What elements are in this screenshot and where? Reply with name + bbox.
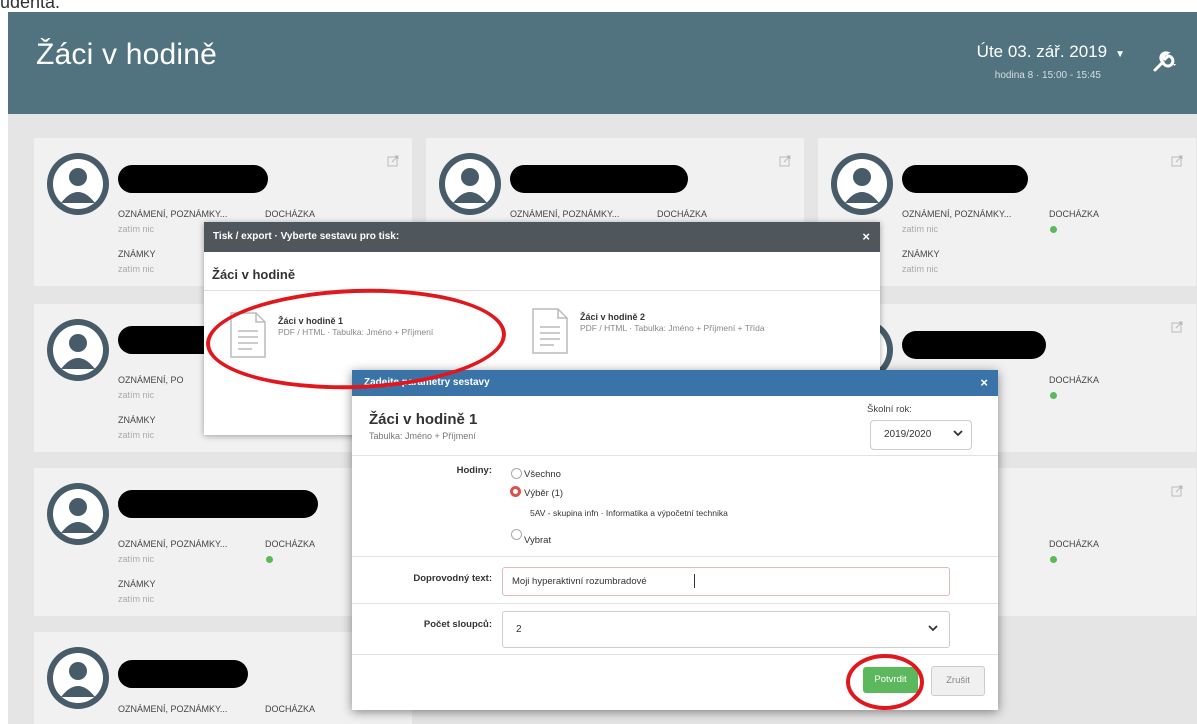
columns-label: Počet sloupců: [423,619,492,630]
avatar-icon [831,153,893,215]
chevron-down-icon [953,430,963,437]
wrench-icon[interactable] [1151,50,1179,74]
date-text: Úte 03. zář. 2019 [976,42,1108,61]
grades-value: zatím nic [902,264,939,274]
student-name-redacted [902,165,1028,193]
close-icon[interactable]: × [980,370,988,396]
report-description: PDF / HTML · Tabulka: Jméno + Příjmení +… [580,323,765,333]
report-title: Žáci v hodině 2 [580,312,646,322]
attendance-label: DOCHÁZKA [265,704,316,714]
school-year-value: 2019/2020 [884,429,932,440]
report-subtitle: Tabulka: Jméno + Příjmení [369,431,476,441]
open-external-icon[interactable] [779,155,791,167]
params-modal-header: Zadejte parametry sestavy × [352,370,998,396]
announcements-value: zatím nic [118,224,155,234]
announcements-value: zatím nic [118,554,155,564]
export-section-title: Žáci v hodině [212,267,296,282]
divider [204,290,880,291]
attendance-status-dot [266,556,273,563]
announcements-value: zatím nic [902,224,939,234]
attendance-label: DOCHÁZKA [1049,539,1100,549]
export-modal-title: Tisk / export · Vyberte sestavu pro tisk… [213,231,400,242]
grades-label: ZNÁMKY [902,249,940,259]
open-external-icon[interactable] [387,155,399,167]
hours-label: Hodiny: [456,465,492,476]
lesson-time: hodina 8 · 15:00 - 15:45 [994,70,1101,81]
report-title: Žáci v hodině 1 [369,411,478,428]
report-title: Žáci v hodině 1 [278,316,344,326]
caret-down-icon: ▼ [1115,49,1125,60]
avatar-icon [47,153,109,215]
announcements-link[interactable]: OZNÁMENÍ, POZNÁMKY... [902,209,1011,219]
divider [352,603,998,604]
divider [352,455,998,456]
avatar-icon [439,153,501,215]
params-modal-title: Zadejte parametry sestavy [364,377,490,388]
date-selector[interactable]: Úte 03. zář. 2019 ▼ [977,42,1125,62]
app-header: Žáci v hodině Úte 03. zář. 2019 ▼ hodina … [8,12,1197,114]
avatar-icon [47,647,109,709]
radio-selection-label[interactable]: Výběr (1) [524,488,563,499]
text-label: Doprovodný text: [413,573,492,584]
student-name-redacted [118,660,248,688]
grades-label: ZNÁMKY [118,249,156,259]
grades-value: zatím nic [118,430,155,440]
avatar-icon [47,483,109,545]
grades-label: ZNÁMKY [118,579,156,589]
announcements-value: zatím nic [118,390,155,400]
attendance-status-dot [1050,556,1057,563]
attendance-label: DOCHÁZKA [265,539,316,549]
grades-label: ZNÁMKY [118,415,156,425]
attendance-label: DOCHÁZKA [657,209,708,219]
open-external-icon[interactable] [1171,155,1183,167]
school-year-label: Školní rok: [867,404,912,415]
attendance-label: DOCHÁZKA [1049,375,1100,385]
report-option-1[interactable]: Žáci v hodině 1 PDF / HTML · Tabulka: Jm… [230,312,530,372]
divider [352,556,998,557]
student-name-redacted [902,331,1046,359]
avatar-icon [47,319,109,381]
chevron-down-icon [928,625,938,632]
attendance-label: DOCHÁZKA [265,209,316,219]
accompanying-text-value: Moji hyperaktivní rozumbradové [512,576,647,587]
radio-selection[interactable] [510,486,521,497]
student-name-redacted [510,165,688,193]
radio-choose[interactable] [511,529,522,540]
columns-value: 2 [516,624,522,635]
open-external-icon[interactable] [1171,485,1183,497]
student-name-redacted [118,490,318,518]
announcements-link[interactable]: OZNÁMENÍ, POZNÁMKY... [118,209,227,219]
confirm-button[interactable]: Potvrdit [863,667,918,693]
grades-value: zatím nic [118,264,155,274]
student-name-redacted [118,165,268,193]
report-description: PDF / HTML · Tabulka: Jméno + Příjmení [278,327,434,337]
grades-value: zatím nic [118,594,155,604]
attendance-status-dot [1050,226,1057,233]
page-title: Žáci v hodině [36,38,218,71]
divider [352,654,998,655]
columns-select[interactable]: 2 [502,611,950,648]
cancel-button[interactable]: Zrušit [931,666,985,696]
radio-choose-label[interactable]: Vybrat [524,535,551,546]
attendance-status-dot [1050,392,1057,399]
attendance-label: DOCHÁZKA [1049,209,1100,219]
announcements-link[interactable]: OZNÁMENÍ, POZNÁMKY... [510,209,619,219]
open-external-icon[interactable] [1171,321,1183,333]
selection-description: 5AV - skupina infn · Informatika a výpoč… [530,508,728,518]
export-modal-header: Tisk / export · Vyberte sestavu pro tisk… [204,222,880,252]
cropped-top-text: udenta. [0,0,1197,12]
document-icon [230,312,266,358]
close-icon[interactable]: × [862,222,870,252]
announcements-link[interactable]: OZNÁMENÍ, POZNÁMKY... [118,704,227,714]
radio-all-label[interactable]: Všechno [524,469,561,480]
accompanying-text-input[interactable]: Moji hyperaktivní rozumbradové [502,567,950,596]
report-params-modal: Zadejte parametry sestavy × Žáci v hodin… [352,370,998,710]
report-option-2[interactable]: Žáci v hodině 2 PDF / HTML · Tabulka: Jm… [532,308,832,368]
school-year-select[interactable]: 2019/2020 [870,420,972,450]
announcements-link[interactable]: OZNÁMENÍ, PO [118,375,184,385]
text-cursor [694,574,695,588]
document-icon [532,308,568,354]
radio-all[interactable] [511,468,522,479]
announcements-link[interactable]: OZNÁMENÍ, POZNÁMKY... [118,539,227,549]
